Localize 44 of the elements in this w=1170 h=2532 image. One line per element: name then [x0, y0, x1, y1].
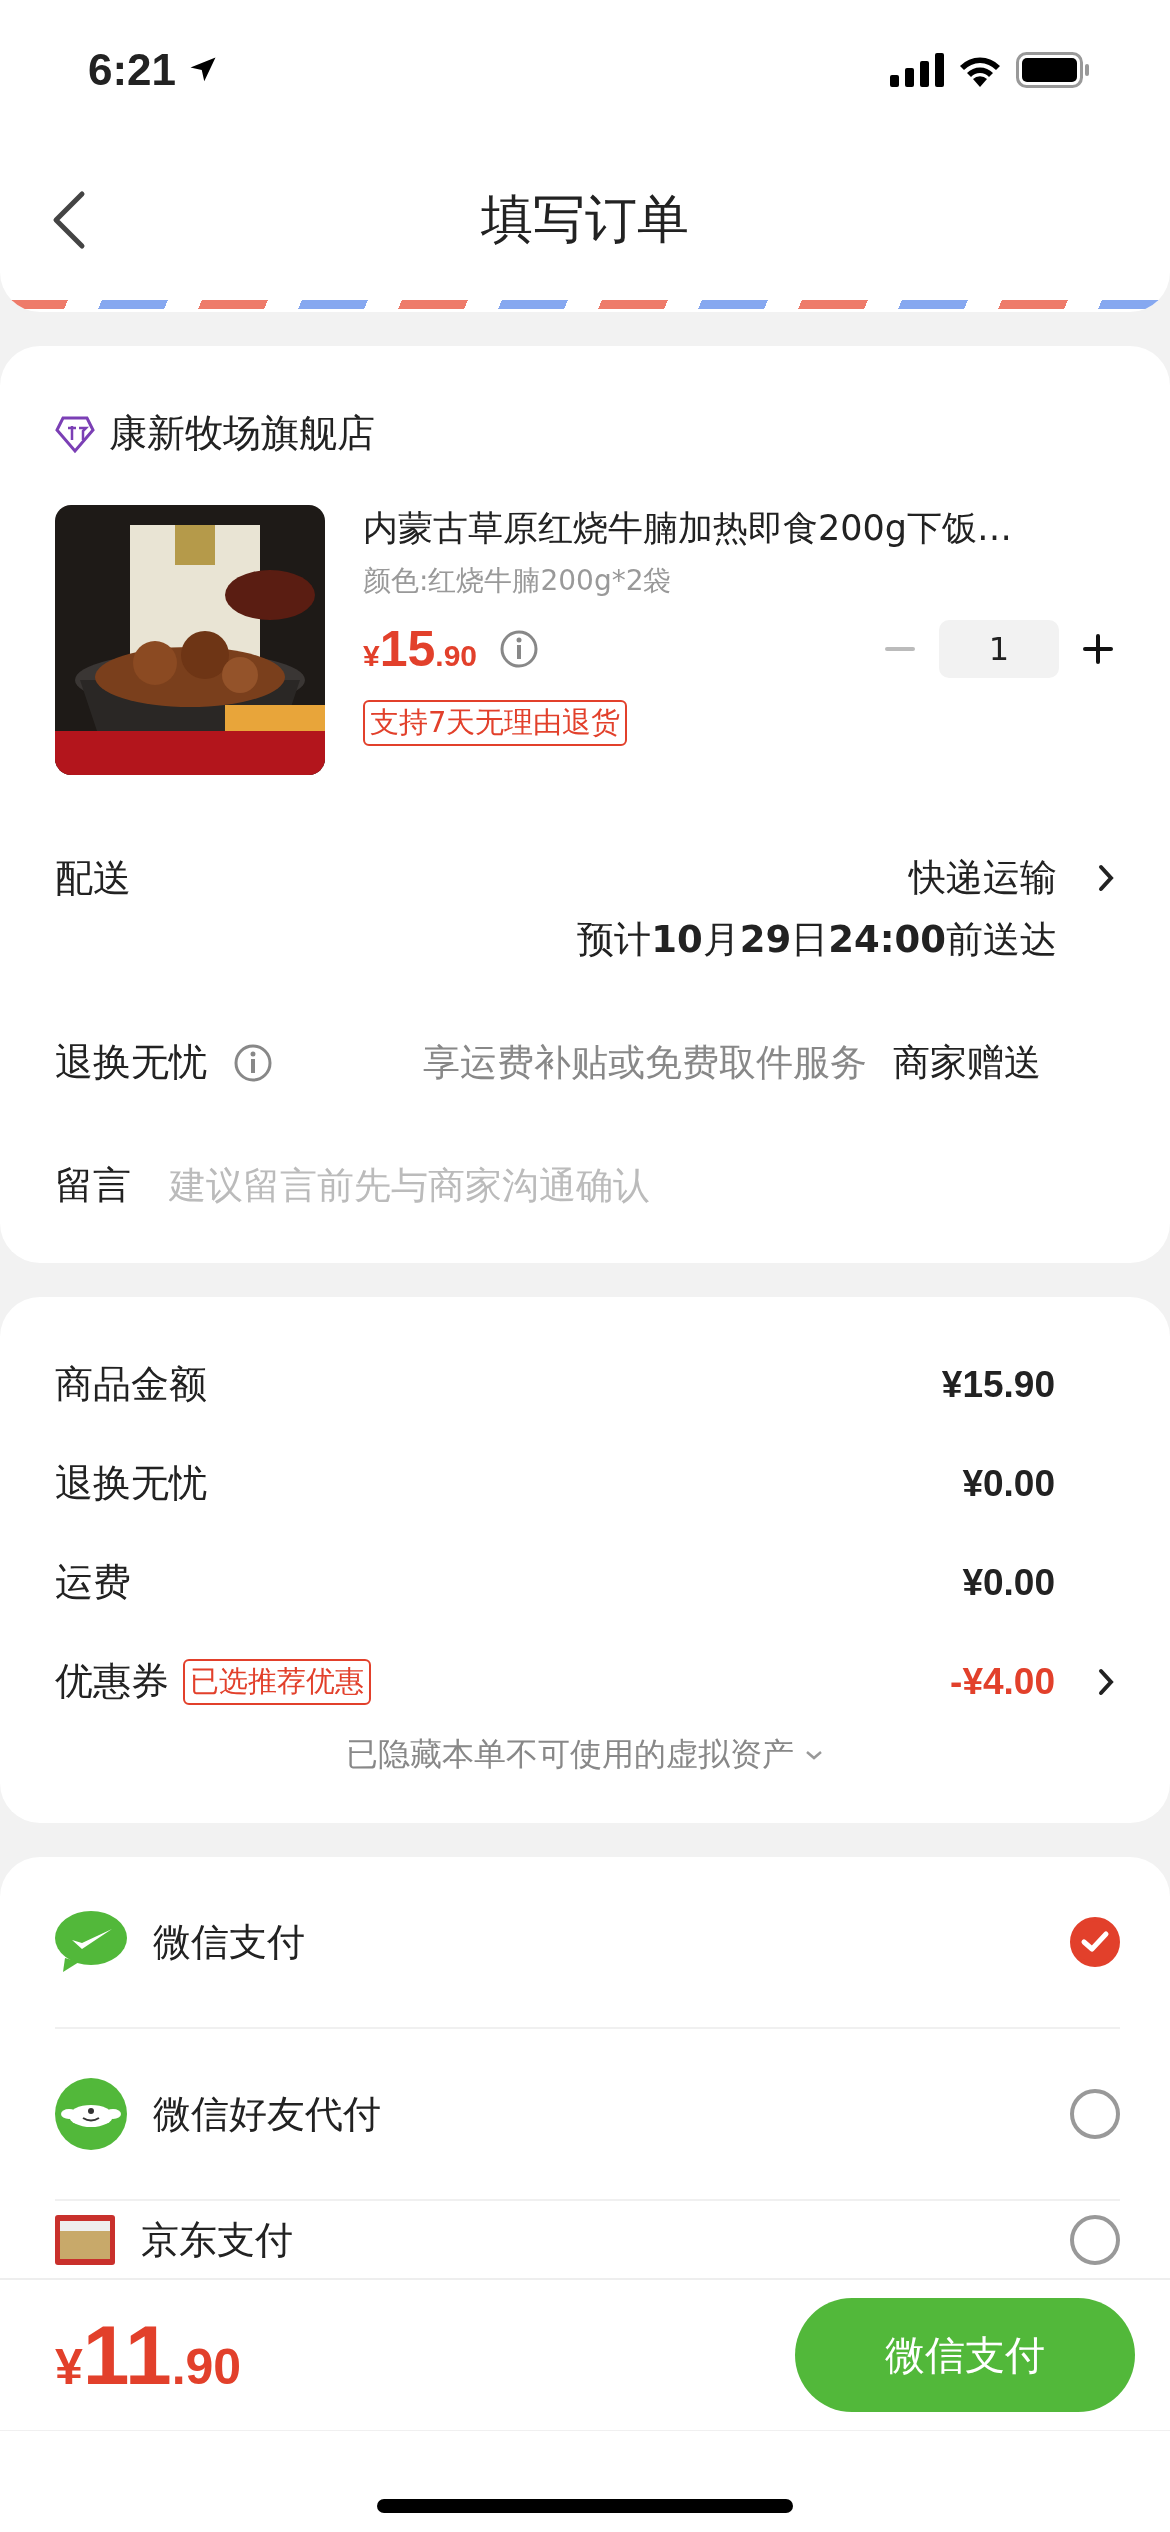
plus-button[interactable]	[1081, 632, 1115, 666]
return-service-value: 商家赠送	[893, 1039, 1041, 1086]
payment-method-name[interactable]: 微信支付	[153, 1916, 305, 1968]
store-name[interactable]: 康新牧场旗舰店	[109, 408, 375, 459]
fee-label: 运费	[55, 1559, 131, 1606]
fee-amount: -¥4.00	[950, 1660, 1055, 1703]
return-policy-tag: 支持7天无理由退货	[363, 700, 628, 746]
delivery-label: 配送	[55, 855, 131, 902]
delivery-method[interactable]: 快递运输	[909, 853, 1057, 903]
fee-amount: ¥15.90	[941, 1363, 1055, 1406]
page-title: 填写订单	[481, 188, 689, 251]
back-icon[interactable]	[52, 190, 86, 250]
payment-radio[interactable]	[1070, 1917, 1120, 1967]
hidden-assets-toggle[interactable]: 已隐藏本单不可使用的虚拟资产	[346, 1733, 794, 1777]
payment-radio[interactable]	[1070, 2089, 1120, 2139]
fee-amount: ¥0.00	[962, 1462, 1055, 1505]
battery-icon	[1016, 52, 1090, 88]
dog-face-icon	[55, 2078, 127, 2150]
return-service-label: 退换无忧	[55, 1039, 207, 1086]
fee-label: 商品金额	[55, 1361, 207, 1408]
chat-check-icon	[55, 1910, 127, 1974]
payment-method-name[interactable]: 微信好友代付	[153, 2088, 381, 2140]
info-icon[interactable]	[499, 629, 540, 669]
coupon-tag: 已选推荐优惠	[183, 1658, 371, 1705]
fee-label: 退换无忧	[55, 1460, 207, 1507]
quantity-field[interactable]: 1	[939, 620, 1059, 678]
fee-label: 优惠券	[55, 1658, 169, 1705]
info-icon[interactable]	[233, 1042, 273, 1083]
product-title[interactable]: 内蒙古草原红烧牛腩加热即食200g下饭…	[363, 505, 1013, 552]
product-spec: 颜色:红烧牛腩200g*2袋	[363, 563, 672, 599]
card-icon	[55, 2215, 115, 2265]
chevron-right-icon[interactable]	[1097, 863, 1115, 893]
payment-method-name[interactable]: 京东支付	[141, 2215, 293, 2266]
signal-icon	[890, 53, 944, 87]
fee-amount: ¥0.00	[962, 1561, 1055, 1604]
message-label: 留言	[55, 1162, 131, 1209]
check-icon	[1080, 1930, 1110, 1954]
payment-radio[interactable]	[1070, 2215, 1120, 2265]
return-service-description: 享运费补贴或免费取件服务	[423, 1039, 867, 1086]
chevron-right-icon[interactable]	[1097, 1666, 1115, 1697]
product-price: ¥15.90	[363, 620, 478, 678]
chevron-down-icon[interactable]	[804, 1749, 824, 1761]
total-price: ¥11.90	[55, 2306, 242, 2404]
status-time: 6:21	[88, 45, 177, 95]
